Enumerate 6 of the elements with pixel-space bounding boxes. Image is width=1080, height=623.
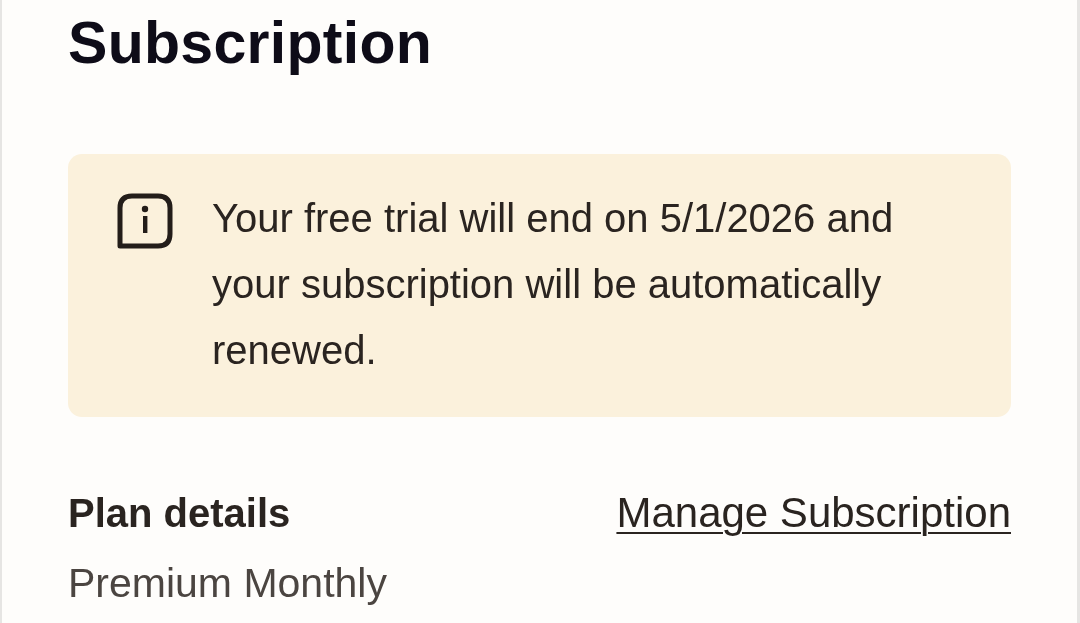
page-title: Subscription	[68, 9, 434, 76]
plan-details-heading: Plan details	[68, 491, 291, 535]
info-icon	[117, 193, 173, 249]
trial-notice-text: Your free trial will end on 5/1/2026 and your subscription will be automatically renewed.	[212, 195, 895, 374]
plan-name: Premium Monthly	[68, 561, 388, 605]
manage-subscription-link[interactable]: Manage Subscription	[616, 491, 1011, 535]
